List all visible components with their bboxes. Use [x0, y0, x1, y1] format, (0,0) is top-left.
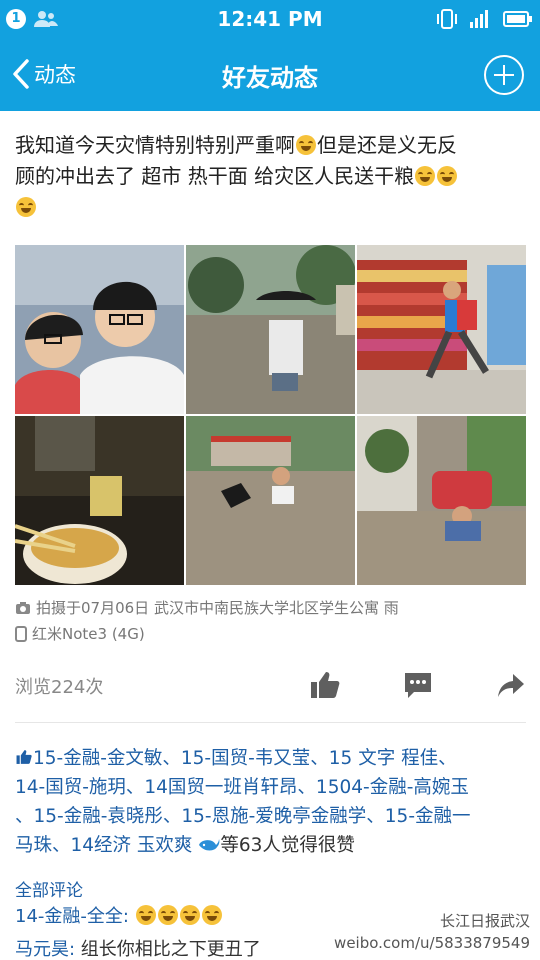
watermark-account: 长江日报武汉	[439, 912, 530, 930]
photo-flood-umbrella[interactable]	[186, 245, 355, 414]
laugh-emoji-icon	[296, 135, 316, 155]
likes-list: 15-金融-金文敏、15-国贸-韦又莹、15 文字 程佳、 14-国贸-施玥、1…	[15, 744, 530, 860]
photo-carrying[interactable]	[357, 416, 526, 585]
vibrate-icon	[435, 8, 459, 34]
comment-button[interactable]	[403, 670, 433, 704]
watermark-url: weibo.com/u/5833879549	[334, 934, 530, 952]
share-icon	[498, 674, 524, 697]
device-name: 红米Note3 (4G)	[32, 625, 145, 643]
like-button[interactable]	[309, 670, 341, 704]
photo-wading[interactable]	[186, 416, 355, 585]
status-bar: 1 12:41 PM	[0, 0, 540, 38]
laugh-emoji-icon	[16, 197, 36, 217]
photo-location: 拍摄于07月06日 武汉市中南民族大学北区学生公寓 雨	[36, 599, 399, 617]
signal-icon	[466, 8, 496, 34]
device-info: 红米Note3 (4G)	[15, 623, 145, 644]
weibo-watermark: 长江日报武汉 weibo.com/u/5833879549	[334, 910, 530, 954]
comment-item: 14-金融-全全:	[15, 902, 223, 928]
photo-grid	[15, 245, 526, 585]
navigation-bar: 动态 好友动态	[0, 38, 540, 111]
phone-icon	[15, 625, 27, 642]
divider	[15, 722, 526, 723]
comment-author[interactable]: 14-金融-全全:	[15, 906, 129, 927]
battery-icon	[503, 10, 533, 32]
post-text: 我知道今天灾情特别特别严重啊 但是还是义无反 顾的冲出去了 超市 热干面 给灾区人…	[15, 130, 527, 223]
photo-info: 拍摄于07月06日 武汉市中南民族大学北区学生公寓 雨	[15, 597, 399, 618]
likes-summary: 等63人觉得很赞	[220, 835, 355, 856]
whale-icon	[199, 839, 220, 851]
clock: 12:41 PM	[217, 7, 323, 31]
laugh-emoji-icon	[135, 905, 156, 925]
laugh-emoji-icon	[157, 905, 178, 925]
add-button[interactable]	[484, 55, 524, 95]
view-count: 浏览224次	[15, 677, 104, 698]
photo-noodles[interactable]	[15, 416, 184, 585]
laugh-emoji-icon	[201, 905, 222, 925]
liker-names-3[interactable]: 、15-金融-袁晓彤、15-恩施-爱晚亭金融学、15-金融一	[15, 806, 471, 827]
camera-icon	[16, 601, 30, 614]
comment-item: 马元昊: 组长你相比之下更丑了	[15, 935, 261, 960]
thumbs-up-small-icon	[16, 750, 32, 764]
comment-author[interactable]: 马元昊:	[15, 939, 75, 960]
thumbs-up-icon	[311, 672, 340, 698]
comment-text: 组长你相比之下更丑了	[75, 939, 261, 960]
liker-names-2[interactable]: 14-国贸-施玥、14国贸一班肖轩昂、1504-金融-高婉玉	[15, 777, 469, 798]
laugh-emoji-icon	[437, 166, 458, 186]
comments-header: 全部评论	[15, 881, 83, 901]
photo-selfie[interactable]	[15, 245, 184, 414]
comment-icon	[405, 673, 431, 698]
liker-names-4[interactable]: 马珠、14经济 玉欢爽	[15, 835, 192, 856]
laugh-emoji-icon	[415, 166, 436, 186]
share-button[interactable]	[496, 670, 526, 704]
laugh-emoji-icon	[179, 905, 200, 925]
page-title: 好友动态	[222, 64, 318, 92]
photo-supermarket[interactable]	[357, 245, 526, 414]
liker-names-1[interactable]: 15-金融-金文敏、15-国贸-韦又莹、15 文字 程佳、	[33, 748, 457, 769]
